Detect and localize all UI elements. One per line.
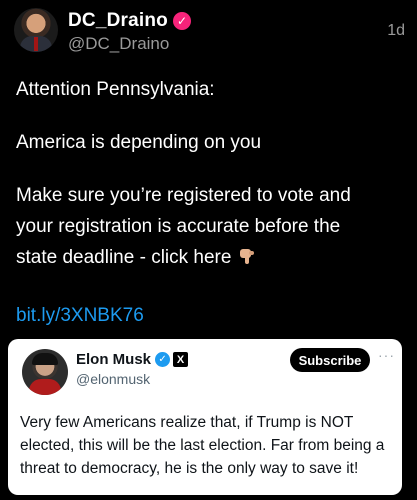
post-line: state deadline - click here — [16, 247, 232, 268]
post-line: America is depending on you — [16, 132, 262, 153]
author-name[interactable]: DC_Draino — [68, 10, 168, 32]
quoted-author-row: Elon Musk ✓ X — [76, 351, 189, 368]
author-handle[interactable]: @DC_Draino — [68, 34, 169, 54]
subscribe-button[interactable]: Subscribe — [290, 348, 370, 372]
blue-verified-icon: ✓ — [155, 352, 171, 367]
post-line: your registration is accurate before the — [16, 216, 341, 237]
post-line: Make sure you’re registered to vote and — [16, 185, 351, 206]
post-time[interactable]: 1d — [387, 22, 405, 40]
author-row: DC_Draino ✓ — [68, 10, 191, 32]
post-line-last: state deadline - click here — [16, 242, 408, 273]
quoted-text: Very few Americans realize that, if Trum… — [20, 414, 385, 477]
quoted-post[interactable]: Elon Musk ✓ X @elonmusk Subscribe ··· Ve… — [8, 339, 402, 495]
post-line: Attention Pennsylvania: — [16, 79, 215, 100]
avatar-shirt — [29, 379, 61, 395]
post-header: DC_Draino ✓ @DC_Draino 1d — [14, 8, 405, 58]
post-text: Attention Pennsylvania: America is depen… — [16, 74, 408, 273]
verified-badge-icon: ✓ — [172, 12, 191, 30]
quoted-handle[interactable]: @elonmusk — [76, 371, 150, 387]
avatar[interactable] — [14, 8, 58, 52]
post-link[interactable]: bit.ly/3XNBK76 — [16, 305, 144, 327]
avatar-hat — [32, 353, 58, 365]
backhand-index-pointing-down-icon — [239, 249, 254, 264]
x-logo-icon: X — [173, 352, 189, 367]
quoted-avatar[interactable] — [22, 349, 68, 395]
avatar-tie — [34, 37, 38, 51]
quoted-author-name[interactable]: Elon Musk — [76, 351, 151, 368]
more-options-icon[interactable]: ··· — [378, 347, 395, 363]
